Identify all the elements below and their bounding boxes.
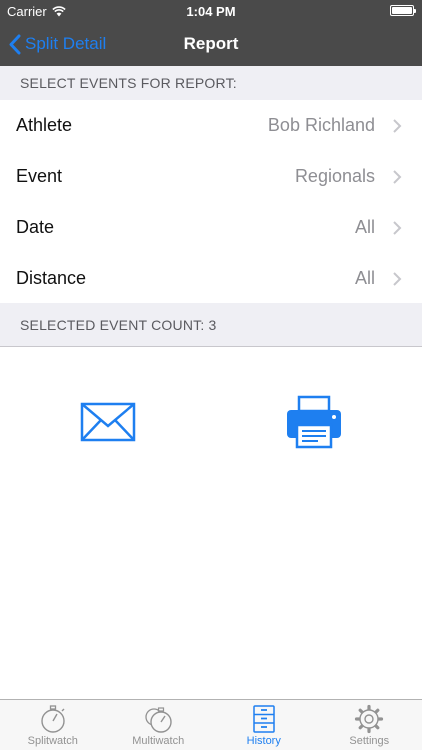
gear-icon: [355, 704, 384, 734]
printer-icon: [287, 395, 341, 449]
back-button[interactable]: Split Detail: [8, 22, 106, 66]
athlete-value: Bob Richland: [267, 115, 375, 135]
back-button-label: Split Detail: [25, 34, 107, 53]
select-events-header: SELECT EVENTS FOR REPORT:: [0, 66, 422, 100]
chevron-right-icon: [393, 221, 402, 235]
chevron-right-icon: [393, 170, 402, 184]
print-report-button[interactable]: [285, 395, 343, 451]
chevron-left-icon: [9, 34, 21, 54]
file-cabinet-icon: [253, 705, 275, 733]
chevron-right-icon: [393, 272, 402, 286]
date-label: Date: [16, 217, 55, 237]
tab-settings-label: Settings: [349, 735, 390, 747]
report-filter-list: Athlete Bob Richland Event Regionals Dat…: [0, 100, 422, 304]
status-bar: Carrier 1:04 PM: [0, 0, 422, 22]
tab-splitwatch-label: Splitwatch: [27, 735, 78, 747]
date-value: All: [354, 217, 375, 237]
multi-stopwatch-icon: [145, 707, 172, 733]
stopwatch-icon: [41, 705, 65, 733]
event-value: Regionals: [294, 166, 375, 186]
distance-row[interactable]: Distance All: [0, 253, 422, 304]
tab-multiwatch-label: Multiwatch: [132, 735, 185, 747]
athlete-label: Athlete: [16, 115, 73, 135]
status-time: 1:04 PM: [186, 4, 236, 19]
tab-history[interactable]: History: [211, 700, 317, 750]
chevron-right-icon: [393, 119, 402, 133]
tab-splitwatch[interactable]: Splitwatch: [0, 700, 106, 750]
tab-bar: Splitwatch Multiwatch History Settings: [0, 699, 422, 750]
envelope-icon: [80, 402, 136, 442]
athlete-row[interactable]: Athlete Bob Richland: [0, 100, 422, 151]
navigation-bar: Split Detail Report: [0, 22, 422, 66]
event-label: Event: [16, 166, 63, 186]
tab-history-label: History: [246, 735, 281, 747]
event-row[interactable]: Event Regionals: [0, 151, 422, 202]
distance-value: All: [354, 268, 375, 288]
battery-icon: [390, 5, 416, 16]
selected-event-count: SELECTED EVENT COUNT: 3: [0, 303, 422, 347]
tab-settings[interactable]: Settings: [317, 700, 422, 750]
date-row[interactable]: Date All: [0, 202, 422, 253]
distance-label: Distance: [16, 268, 87, 288]
tab-multiwatch[interactable]: Multiwatch: [106, 700, 212, 750]
email-report-button[interactable]: [80, 400, 136, 444]
